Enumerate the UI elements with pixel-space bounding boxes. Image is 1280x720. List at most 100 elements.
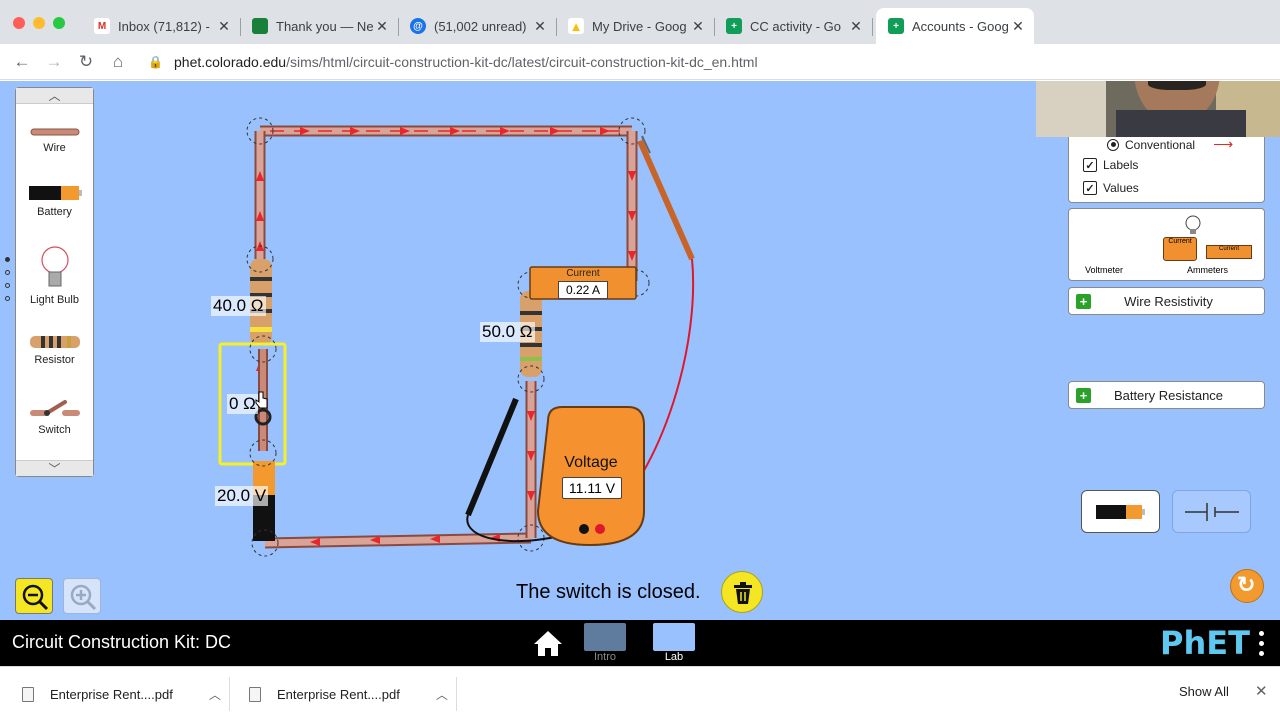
zoom-out-icon bbox=[22, 584, 49, 611]
download-separator bbox=[229, 677, 230, 711]
switch-status-text: The switch is closed. bbox=[516, 581, 701, 603]
screen-button-intro[interactable]: Intro bbox=[583, 623, 627, 663]
reload-icon[interactable]: ↻ bbox=[75, 51, 97, 73]
sim-title: Circuit Construction Kit: DC bbox=[12, 632, 232, 652]
tab-title: My Drive - Goog bbox=[592, 18, 687, 34]
conventional-current-radio[interactable]: Conventional ⟶ bbox=[1107, 136, 1233, 153]
tab-title: CC activity - Go bbox=[750, 18, 842, 34]
address-bar[interactable]: 🔒 phet.colorado.edu/sims/html/circuit-co… bbox=[148, 50, 758, 74]
tab-strip: M Inbox (71,812) - ✕ Thank you — Ne ✕ @ … bbox=[0, 0, 1280, 44]
chevron-up-icon[interactable]: ︿ bbox=[436, 686, 448, 703]
browser-tab[interactable]: + CC activity - Go ✕ bbox=[714, 8, 872, 44]
screen-button-lab[interactable]: Lab bbox=[652, 623, 696, 663]
browser-tab[interactable]: @ (51,002 unread) ✕ bbox=[398, 8, 556, 44]
accordion-title: Wire Resistivity bbox=[1124, 293, 1213, 309]
download-separator bbox=[456, 677, 457, 711]
close-tab-icon[interactable]: ✕ bbox=[532, 18, 548, 35]
downloads-bar: Enterprise Rent....pdf ︿ Enterprise Rent… bbox=[0, 666, 1280, 720]
labels-label: Labels bbox=[1103, 158, 1139, 172]
url-host: phet.colorado.edu bbox=[174, 54, 287, 70]
google-forms-icon bbox=[252, 18, 268, 34]
close-tab-icon[interactable]: ✕ bbox=[848, 18, 864, 35]
sim-navbar: Circuit Construction Kit: DC Intro Lab P… bbox=[0, 620, 1280, 666]
resistor-40-label: 40.0 Ω bbox=[211, 296, 266, 316]
battery-resistance-accordion[interactable]: + Battery Resistance bbox=[1068, 381, 1265, 409]
close-downloads-icon[interactable]: ✕ bbox=[1255, 682, 1268, 700]
checkbox-checked-icon: ✓ bbox=[1083, 181, 1097, 195]
ammeter-wire-toolbox-item[interactable]: Current bbox=[1206, 245, 1252, 259]
switch-resistance-label: 0 Ω bbox=[227, 394, 258, 414]
phet-logo[interactable]: PhET bbox=[1160, 624, 1250, 662]
phet-menu-icon[interactable] bbox=[1254, 630, 1268, 658]
download-filename: Enterprise Rent....pdf bbox=[50, 686, 173, 702]
home-icon[interactable]: ⌂ bbox=[107, 51, 129, 73]
browser-tab-active[interactable]: + Accounts - Goog ✕ bbox=[876, 8, 1034, 44]
expand-plus-icon: + bbox=[1076, 387, 1091, 403]
delete-button[interactable] bbox=[721, 571, 763, 613]
light-bulb-icon bbox=[1185, 215, 1201, 234]
labels-checkbox[interactable]: ✓ Labels bbox=[1083, 158, 1138, 172]
voltmeter-reading: 11.11 V bbox=[562, 477, 622, 499]
view-options-panel: Conventional ⟶ ✓ Labels ✓ Values bbox=[1068, 133, 1265, 203]
reset-all-button[interactable]: ↻ bbox=[1230, 569, 1264, 603]
trash-icon bbox=[734, 582, 752, 604]
browser-toolbar: ← → ↻ ⌂ 🔒 phet.colorado.edu/sims/html/ci… bbox=[0, 44, 1280, 80]
close-tab-icon[interactable]: ✕ bbox=[690, 18, 706, 35]
tab-title: (51,002 unread) bbox=[434, 18, 527, 34]
screen-label: Lab bbox=[664, 651, 684, 663]
resistor-50-label: 50.0 Ω bbox=[480, 322, 535, 342]
ammeter-toolbox-item[interactable]: Current bbox=[1163, 237, 1197, 261]
close-tab-icon[interactable]: ✕ bbox=[374, 18, 390, 35]
schematic-view-button[interactable] bbox=[1172, 490, 1251, 533]
radio-selected-icon bbox=[1107, 138, 1119, 151]
show-all-button[interactable]: Show All bbox=[1179, 684, 1229, 699]
download-item[interactable]: Enterprise Rent....pdf ︿ bbox=[22, 667, 221, 720]
browser-tab[interactable]: Thank you — Ne ✕ bbox=[240, 8, 398, 44]
google-drive-icon: ▲ bbox=[568, 18, 584, 34]
battery-voltage-label: 20.0 V bbox=[215, 486, 269, 506]
values-checkbox[interactable]: ✓ Values bbox=[1083, 181, 1139, 195]
google-sheets-icon: + bbox=[888, 18, 904, 34]
expand-plus-icon: + bbox=[1076, 293, 1091, 309]
tab-title: Thank you — Ne bbox=[276, 18, 374, 34]
conventional-arrow-icon: ⟶ bbox=[1213, 136, 1234, 152]
tab-title: Accounts - Goog bbox=[912, 18, 1009, 34]
simulation-area[interactable]: ︿ Wire Battery Light Bulb Resistor Switc… bbox=[0, 81, 1280, 620]
lock-icon: 🔒 bbox=[148, 55, 163, 69]
maximize-window-button[interactable] bbox=[53, 17, 65, 29]
att-mail-icon: @ bbox=[410, 18, 426, 34]
conventional-label: Conventional bbox=[1125, 137, 1196, 152]
voltmeter[interactable] bbox=[536, 406, 645, 547]
browser-tab[interactable]: M Inbox (71,812) - ✕ bbox=[82, 8, 240, 44]
values-label: Values bbox=[1103, 181, 1139, 195]
pdf-file-icon bbox=[22, 686, 34, 702]
hand-cursor-icon bbox=[255, 391, 268, 409]
lifelike-view-button[interactable] bbox=[1081, 490, 1160, 533]
zoom-in-button[interactable] bbox=[63, 578, 101, 614]
gmail-icon: M bbox=[94, 18, 110, 34]
close-tab-icon[interactable]: ✕ bbox=[216, 18, 232, 35]
close-tab-icon[interactable]: ✕ bbox=[1010, 18, 1026, 35]
close-window-button[interactable] bbox=[13, 17, 25, 29]
voltmeter-toolbox-label: Voltmeter bbox=[1085, 265, 1124, 275]
browser-tab[interactable]: ▲ My Drive - Goog ✕ bbox=[556, 8, 714, 44]
zoom-out-button[interactable] bbox=[15, 578, 53, 614]
download-filename: Enterprise Rent....pdf bbox=[277, 686, 400, 702]
zoom-in-icon bbox=[70, 584, 97, 611]
wire-resistivity-accordion[interactable]: + Wire Resistivity bbox=[1068, 287, 1265, 315]
tab-separator bbox=[872, 18, 873, 36]
home-icon[interactable] bbox=[533, 629, 563, 657]
download-item[interactable]: Enterprise Rent....pdf ︿ bbox=[249, 667, 448, 720]
back-arrow-icon[interactable]: ← bbox=[11, 51, 33, 73]
forward-arrow-icon[interactable]: → bbox=[43, 51, 65, 73]
ammeters-toolbox-label: Ammeters bbox=[1187, 265, 1229, 275]
minimize-window-button[interactable] bbox=[33, 17, 45, 29]
accordion-title: Battery Resistance bbox=[1113, 387, 1224, 403]
ammeter-chip-label: Current bbox=[1218, 246, 1239, 252]
chevron-up-icon[interactable]: ︿ bbox=[209, 686, 221, 703]
voltmeter-title: Voltage bbox=[564, 454, 618, 471]
ammeter-chip-label: Current bbox=[1168, 238, 1192, 245]
sensor-toolbox: Voltmeter Ammeters Current Current bbox=[1068, 208, 1265, 281]
ammeter-title: Current bbox=[566, 268, 600, 279]
battery-icon bbox=[1096, 505, 1145, 519]
